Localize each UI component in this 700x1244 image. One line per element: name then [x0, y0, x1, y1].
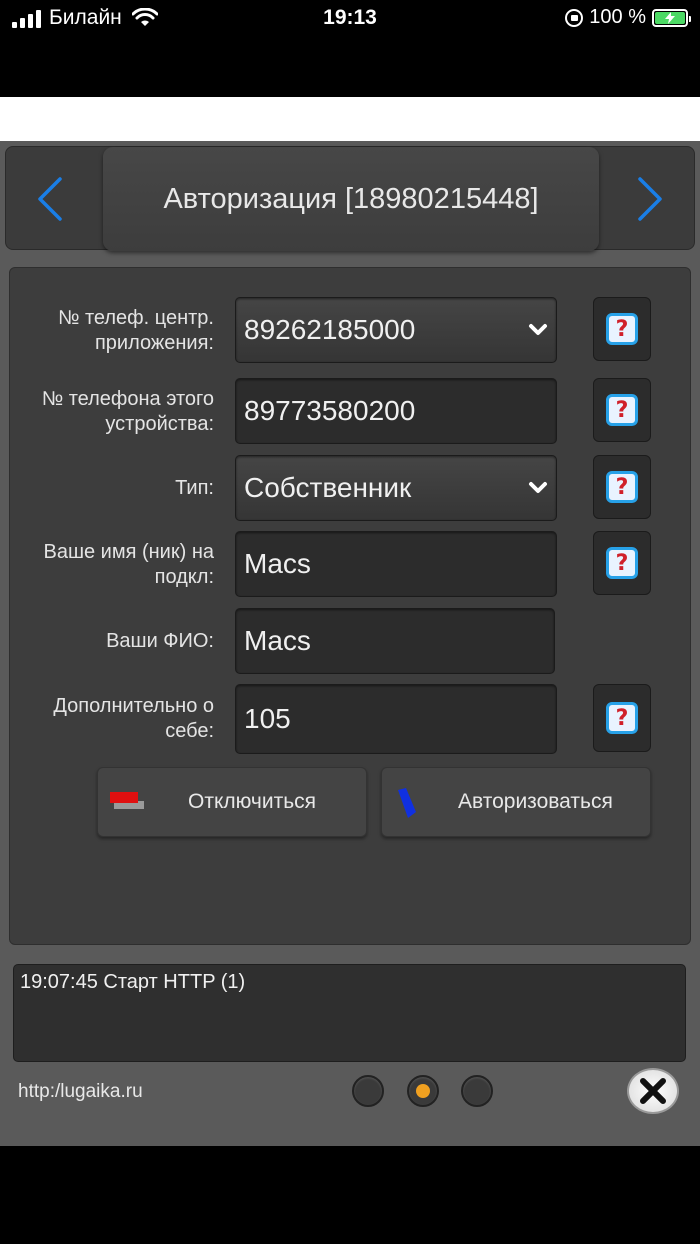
- log-text: 19:07:45 Старт HTTP (1): [20, 971, 246, 993]
- page-dot-1[interactable]: [352, 1075, 384, 1107]
- device-phone-value: 89773580200: [244, 395, 416, 426]
- disconnect-icon: [110, 792, 144, 812]
- help-icon: ?: [606, 547, 638, 579]
- status-right: 100 %: [565, 6, 691, 29]
- status-bar: Билайн 19:13 100 %: [0, 0, 700, 97]
- authorize-label: Авторизоваться: [458, 790, 613, 813]
- battery-percent: 100 %: [589, 6, 646, 28]
- chevron-left-icon[interactable]: [30, 175, 70, 223]
- chevron-down-icon: [529, 324, 547, 335]
- nickname-input[interactable]: Macs: [235, 531, 557, 597]
- help-icon: ?: [606, 313, 638, 345]
- bottom-bar: [0, 1146, 700, 1244]
- type-value: Собственник: [244, 472, 412, 503]
- footer-link[interactable]: http:/lugaika.ru: [18, 1081, 143, 1103]
- orientation-lock-icon: [565, 8, 584, 27]
- log-output: 19:07:45 Старт HTTP (1): [13, 964, 686, 1062]
- charging-bolt-icon: [665, 11, 675, 24]
- page-dot-2[interactable]: [407, 1075, 439, 1107]
- about-input[interactable]: 105: [235, 684, 557, 754]
- help-button-about[interactable]: ?: [593, 684, 651, 752]
- disconnect-label: Отключиться: [188, 790, 317, 813]
- authorize-button[interactable]: Авторизоваться: [381, 767, 651, 837]
- full-name-input[interactable]: Macs: [235, 608, 555, 674]
- auth-form-panel: № телеф. центр. приложения: 89262185000 …: [9, 267, 691, 945]
- central-phone-select[interactable]: 89262185000: [235, 297, 557, 363]
- header-bar: Авторизация [18980215448]: [5, 146, 695, 251]
- page-title: Авторизация [18980215448]: [103, 147, 599, 251]
- web-top-bar: [0, 97, 700, 141]
- chevron-down-icon: [529, 482, 547, 493]
- central-phone-label: № телеф. центр. приложения:: [57, 307, 214, 354]
- device-phone-label: № телефона этого устройства:: [41, 388, 214, 435]
- type-label: Тип:: [175, 477, 214, 499]
- help-button-device-phone[interactable]: ?: [593, 378, 651, 442]
- full-name-label: Ваши ФИО:: [106, 630, 214, 652]
- disconnect-button[interactable]: Отключиться: [97, 767, 367, 837]
- nickname-label: Ваше имя (ник) на подкл:: [43, 541, 214, 588]
- type-select[interactable]: Собственник: [235, 455, 557, 521]
- chevron-right-icon[interactable]: [630, 175, 670, 223]
- help-icon: ?: [606, 394, 638, 426]
- page-dot-3[interactable]: [461, 1075, 493, 1107]
- device-phone-input[interactable]: 89773580200: [235, 378, 557, 444]
- battery-icon: [652, 8, 691, 27]
- authorize-icon: [398, 788, 416, 818]
- close-button[interactable]: [627, 1068, 679, 1114]
- about-label: Дополнительно о себе:: [53, 695, 214, 742]
- close-icon: [640, 1078, 666, 1104]
- nickname-value: Macs: [244, 548, 311, 579]
- help-button-nickname[interactable]: ?: [593, 531, 651, 595]
- central-phone-value: 89262185000: [244, 314, 416, 345]
- help-button-central-phone[interactable]: ?: [593, 297, 651, 361]
- help-icon: ?: [606, 471, 638, 503]
- app-container: Авторизация [18980215448] № телеф. центр…: [0, 141, 700, 1146]
- help-button-type[interactable]: ?: [593, 455, 651, 519]
- help-icon: ?: [606, 702, 638, 734]
- full-name-value: Macs: [244, 625, 311, 656]
- about-value: 105: [244, 703, 291, 734]
